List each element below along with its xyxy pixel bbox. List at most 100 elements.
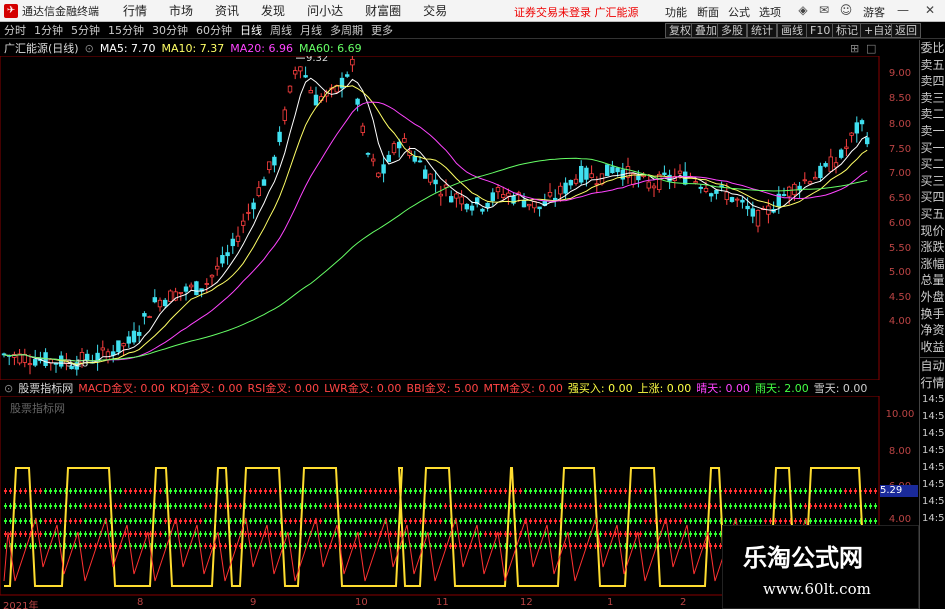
period-monthly[interactable]: 月线 — [300, 22, 322, 38]
indicator-legend: ⊙ 股票指标网 MACD金叉: 0.00 KDJ金叉: 0.00 RSI金叉: … — [0, 380, 880, 396]
candle-body — [703, 187, 709, 192]
candle-body — [636, 175, 641, 181]
period-30min[interactable]: 30分钟 — [152, 22, 188, 38]
candle-body — [459, 196, 464, 205]
candle-body — [677, 170, 683, 174]
login-notice[interactable]: 证券交易未登录 广汇能源 — [514, 4, 639, 20]
kline-chart[interactable]: 9.32 3.18 — [0, 56, 880, 381]
back-button[interactable]: 返回 — [891, 23, 921, 38]
candle-body — [781, 194, 787, 196]
settings-icon[interactable]: ⊙ — [85, 42, 94, 55]
stock-name[interactable]: 广汇能源(日线) — [4, 40, 79, 56]
quote-label: 买三 — [920, 173, 945, 188]
candle-body — [735, 198, 740, 201]
menu-ask[interactable]: 问小达 — [307, 2, 343, 19]
quote-label: 换手 — [920, 306, 945, 321]
multi-stock-button[interactable]: 多股 — [717, 23, 747, 38]
draw-line-button[interactable]: 画线 — [777, 23, 807, 38]
candle-body — [152, 297, 157, 303]
stats-button[interactable]: 统计 — [747, 23, 777, 38]
candle-body — [802, 179, 807, 182]
candle-body — [204, 283, 209, 285]
indicator-value: RSI金叉: 0.00 — [247, 382, 320, 395]
menu-options[interactable]: 选项 — [759, 4, 781, 20]
candle-body — [589, 173, 594, 179]
watermark-name: 乐淘公式网 — [743, 544, 863, 572]
quote-label: 委比 — [920, 41, 945, 55]
time-axis-label: 11 — [436, 597, 449, 608]
candle-body — [412, 156, 417, 162]
price-axis-label: 7.00 — [888, 168, 912, 179]
candle-body — [490, 192, 495, 202]
period-tick[interactable]: 分时 — [4, 22, 26, 38]
menu-quotes[interactable]: 行情 — [123, 2, 147, 19]
candle-body — [417, 160, 423, 163]
user-icon[interactable]: ☺ — [836, 2, 856, 19]
candle-body — [547, 191, 553, 197]
menu-section[interactable]: 断面 — [697, 4, 719, 20]
menu-function[interactable]: 功能 — [665, 4, 687, 20]
indicator-axis-label: 8.00 — [888, 446, 912, 457]
f10-button[interactable]: F10 — [806, 23, 835, 38]
candle-body — [350, 58, 355, 66]
quote-label: 卖四 — [920, 74, 945, 89]
ma20-line — [3, 101, 868, 362]
candle-body — [105, 351, 111, 361]
menu-formula[interactable]: 公式 — [728, 4, 750, 20]
candle-body — [303, 75, 308, 78]
indicator-axis-label: 4.00 — [888, 514, 912, 525]
period-15min[interactable]: 15分钟 — [108, 22, 144, 38]
candle-body — [298, 66, 303, 72]
candle-body — [116, 340, 121, 353]
menu-discover[interactable]: 发现 — [261, 2, 285, 19]
mark-button[interactable]: 标记 — [832, 23, 862, 38]
period-more[interactable]: 更多 — [371, 22, 393, 38]
menu-market[interactable]: 市场 — [169, 2, 193, 19]
quote-label: 涨幅 — [920, 256, 945, 271]
candle-body — [188, 284, 194, 288]
app-logo-icon: ✈ — [4, 3, 18, 18]
menu-news[interactable]: 资讯 — [215, 2, 239, 19]
candle-body — [396, 141, 402, 149]
indicator-title[interactable]: 股票指标网 — [18, 380, 73, 396]
candle-body — [495, 187, 501, 193]
candle-body — [256, 187, 261, 197]
candle-body — [230, 238, 235, 247]
time-axis-label: 8 — [137, 597, 144, 608]
quote-side-panel: 委比 卖五 卖四 卖三 卖二 卖一 买一 买二 买三 买四 买五 现价 涨跌 涨… — [919, 40, 945, 609]
quote-label: 买二 — [920, 157, 945, 172]
menu-trade[interactable]: 交易 — [423, 2, 447, 19]
period-multi[interactable]: 多周期 — [330, 22, 363, 38]
quote-label: 现价 — [920, 223, 945, 238]
tick-time: 14:5 — [922, 394, 945, 406]
auto-label[interactable]: 自动 — [920, 358, 945, 375]
candle-body — [136, 331, 142, 336]
price-axis-label: 9.00 — [888, 68, 912, 79]
period-60min[interactable]: 60分钟 — [196, 22, 232, 38]
period-daily[interactable]: 日线 — [240, 22, 262, 38]
ma60-label: MA60: 6.69 — [298, 41, 362, 55]
zoom-icon[interactable]: ⊞ — [850, 42, 859, 55]
menu-wealth[interactable]: 财富圈 — [365, 2, 401, 19]
candle-body — [553, 197, 558, 201]
period-weekly[interactable]: 周线 — [270, 22, 292, 38]
candle-body — [313, 94, 319, 106]
candle-body — [750, 208, 755, 217]
minimize-icon[interactable]: — — [893, 2, 913, 19]
message-icon[interactable]: ✉ — [814, 2, 834, 19]
settings-icon[interactable]: ⊙ — [4, 382, 13, 395]
period-5min[interactable]: 5分钟 — [71, 22, 100, 38]
candle-body — [194, 281, 199, 296]
ma5-label: MA5: 7.70 — [99, 41, 156, 55]
quote-label: 总量 — [920, 273, 945, 288]
candle-body — [157, 299, 163, 308]
candle-body — [292, 70, 298, 75]
close-icon[interactable]: ✕ — [917, 2, 943, 19]
candle-body — [724, 191, 729, 200]
quote-label: 买四 — [920, 190, 945, 205]
expand-icon[interactable]: □ — [866, 42, 876, 55]
shirt-icon[interactable]: ◈ — [793, 2, 813, 19]
guest-label[interactable]: 游客 — [863, 4, 885, 20]
indicator-value: KDJ金叉: 0.00 — [169, 382, 243, 395]
period-1min[interactable]: 1分钟 — [34, 22, 63, 38]
